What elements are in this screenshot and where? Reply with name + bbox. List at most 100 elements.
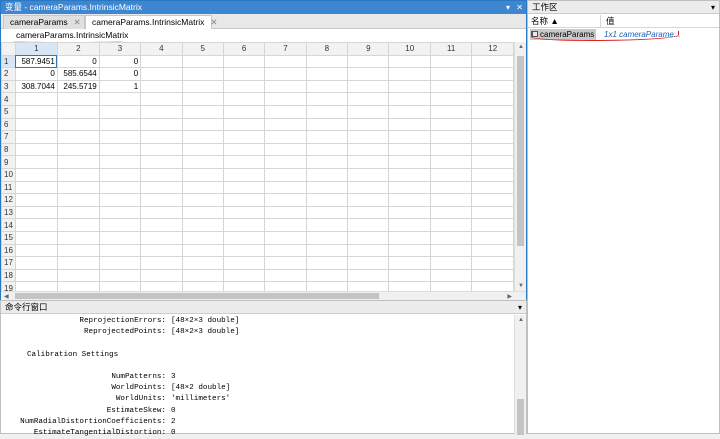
grid-cell[interactable] <box>98 104 142 119</box>
grid-cell[interactable] <box>222 67 266 81</box>
grid-cell[interactable] <box>347 281 390 291</box>
grid-cell[interactable] <box>181 230 224 245</box>
grid-cell[interactable] <box>98 230 142 245</box>
grid-cell[interactable]: 587.9451 <box>14 54 58 69</box>
grid-vertical-scrollbar[interactable]: ▲ ▼ <box>514 42 526 291</box>
row-header[interactable]: 13 <box>1 205 16 220</box>
grid-cell[interactable] <box>98 243 142 258</box>
grid-cell[interactable] <box>471 281 514 291</box>
grid-cell[interactable] <box>347 230 390 245</box>
grid-cell[interactable] <box>347 92 390 106</box>
grid-cell[interactable] <box>388 92 431 106</box>
row-header[interactable]: 19 <box>1 281 16 291</box>
grid-cell[interactable] <box>429 256 473 270</box>
grid-cell[interactable] <box>98 142 142 157</box>
grid-cell[interactable] <box>14 193 58 207</box>
grid-cell[interactable] <box>140 256 183 270</box>
grid-cell[interactable] <box>98 256 142 270</box>
grid-cell[interactable] <box>471 218 514 232</box>
grid-cell[interactable] <box>222 256 266 270</box>
scroll-up-icon[interactable]: ▲ <box>518 317 524 323</box>
grid-cell[interactable] <box>429 54 473 69</box>
grid-cell[interactable]: 1 <box>98 79 142 94</box>
close-panel-icon[interactable]: ✕ <box>516 3 523 12</box>
grid-cell[interactable] <box>429 281 473 291</box>
grid-cell[interactable] <box>388 79 431 94</box>
grid-cell[interactable] <box>181 193 224 207</box>
column-header-value[interactable]: 值 <box>606 15 615 28</box>
grid-cell[interactable] <box>222 193 266 207</box>
grid-cell[interactable] <box>347 142 390 157</box>
grid-cell[interactable] <box>305 155 349 169</box>
row-header[interactable]: 15 <box>1 230 16 245</box>
grid-cell[interactable] <box>140 54 183 69</box>
grid-cell[interactable] <box>56 92 100 106</box>
grid-cell[interactable] <box>14 167 58 182</box>
close-tab-icon[interactable]: ✕ <box>210 17 217 27</box>
grid-cell[interactable] <box>98 167 142 182</box>
grid-cell[interactable] <box>347 79 390 94</box>
grid-cell[interactable] <box>429 230 473 245</box>
grid-cell[interactable] <box>305 281 349 291</box>
grid-cell[interactable] <box>98 193 142 207</box>
grid-cell[interactable] <box>471 104 514 119</box>
grid-cell[interactable] <box>140 130 183 144</box>
grid-cell[interactable] <box>14 281 58 291</box>
row-header[interactable]: 18 <box>1 268 16 283</box>
grid-cell[interactable] <box>222 205 266 220</box>
grid-cell[interactable] <box>429 218 473 232</box>
grid-cell[interactable] <box>140 205 183 220</box>
grid-cell[interactable] <box>14 230 58 245</box>
grid-cell[interactable] <box>181 130 224 144</box>
grid-cell[interactable] <box>429 167 473 182</box>
grid-cell[interactable] <box>140 193 183 207</box>
grid-cell[interactable] <box>429 67 473 81</box>
scroll-thumb[interactable] <box>517 56 524 246</box>
grid-cell[interactable] <box>264 104 307 119</box>
grid-cell[interactable] <box>140 155 183 169</box>
grid-cell[interactable] <box>98 130 142 144</box>
grid-cell[interactable] <box>264 268 307 283</box>
grid-cell[interactable] <box>222 54 266 69</box>
grid-cell[interactable] <box>14 130 58 144</box>
row-header[interactable]: 2 <box>1 67 16 81</box>
grid-cell[interactable] <box>471 205 514 220</box>
grid-cell[interactable]: 0 <box>14 67 58 81</box>
grid-cell[interactable] <box>264 180 307 195</box>
row-header[interactable]: 10 <box>1 167 16 182</box>
close-tab-icon[interactable]: ✕ <box>74 17 81 27</box>
grid-cell[interactable] <box>98 92 142 106</box>
grid-cell[interactable] <box>264 130 307 144</box>
grid-cell[interactable] <box>305 142 349 157</box>
grid-cell[interactable] <box>429 155 473 169</box>
grid-cell[interactable] <box>140 230 183 245</box>
grid-cell[interactable] <box>429 104 473 119</box>
column-header[interactable]: 1 <box>14 42 58 56</box>
grid-cell[interactable] <box>264 230 307 245</box>
grid-cell[interactable] <box>140 167 183 182</box>
grid-cell[interactable] <box>56 104 100 119</box>
grid-cell[interactable] <box>388 117 431 132</box>
grid-cell[interactable] <box>471 117 514 132</box>
grid-cell[interactable] <box>181 155 224 169</box>
column-header[interactable]: 9 <box>347 42 390 56</box>
grid-cell[interactable] <box>388 243 431 258</box>
column-header[interactable]: 6 <box>222 42 266 56</box>
row-header[interactable]: 3 <box>1 79 16 94</box>
grid-cell[interactable] <box>264 167 307 182</box>
grid-cell[interactable] <box>14 268 58 283</box>
grid-cell[interactable] <box>56 180 100 195</box>
grid-cell[interactable] <box>264 117 307 132</box>
grid-cell[interactable] <box>98 117 142 132</box>
grid-cell[interactable] <box>14 243 58 258</box>
grid-cell[interactable] <box>56 230 100 245</box>
grid-cell[interactable] <box>140 180 183 195</box>
grid-cell[interactable] <box>305 79 349 94</box>
grid-cell[interactable] <box>14 180 58 195</box>
grid-cell[interactable]: 245.5719 <box>56 79 100 94</box>
grid-cell[interactable] <box>305 167 349 182</box>
grid-cell[interactable] <box>140 243 183 258</box>
grid-cell[interactable] <box>181 67 224 81</box>
grid-cell[interactable] <box>388 218 431 232</box>
grid-cell[interactable] <box>98 281 142 291</box>
